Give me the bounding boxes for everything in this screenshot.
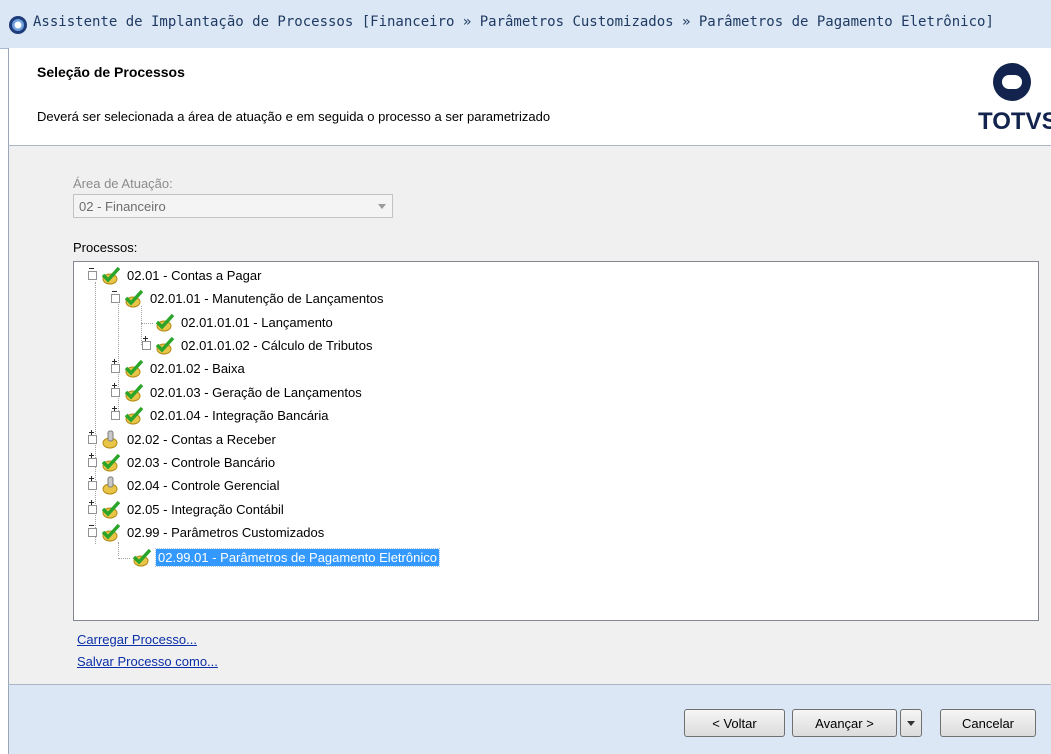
window-title: Assistente de Implantação de Processos [… (33, 14, 994, 30)
tree-node-label: 02.03 - Controle Bancário (127, 454, 276, 470)
tree-line (118, 558, 130, 559)
save-process-link[interactable]: Salvar Processo como... (77, 654, 218, 669)
tree-node-integracao-bancaria[interactable]: 02.01.04 - Integração Bancária (111, 405, 331, 425)
expand-icon[interactable] (111, 363, 120, 373)
tree-node-pagamento-eletronico[interactable]: 02.99.01 - Parâmetros de Pagamento Eletr… (131, 547, 440, 567)
area-select[interactable]: 02 - Financeiro (73, 194, 393, 218)
check-icon (101, 500, 121, 519)
totvs-logo: TOTVS (970, 62, 1051, 142)
check-icon (124, 359, 144, 378)
area-select-value: 02 - Financeiro (79, 199, 166, 214)
back-button[interactable]: < Voltar (684, 709, 785, 737)
cancel-button[interactable]: Cancelar (940, 709, 1036, 737)
wizard-header: Seleção de Processos Deverá ser selecion… (8, 48, 1051, 145)
app-icon (9, 16, 27, 34)
tree-node-controle-gerencial[interactable]: 02.04 - Controle Gerencial (88, 475, 281, 495)
tree-node-baixa[interactable]: 02.01.02 - Baixa (111, 358, 247, 378)
logo-text: TOTVS (978, 108, 1051, 135)
page-title: Seleção de Processos (37, 64, 185, 80)
area-label: Área de Atuação: (73, 176, 173, 191)
wizard-footer: < Voltar Avançar > Cancelar (8, 685, 1051, 754)
check-icon (155, 313, 175, 332)
check-icon (155, 336, 175, 355)
check-icon (101, 453, 121, 472)
tree-node-label: 02.99.01 - Parâmetros de Pagamento Eletr… (155, 547, 440, 567)
tree-node-parametros-customizados[interactable]: 02.99 - Parâmetros Customizados (88, 522, 326, 542)
page-subtitle: Deverá ser selecionada a área de atuação… (37, 109, 551, 124)
tree-line (141, 323, 153, 324)
tree-node-label: 02.01.04 - Integração Bancária (150, 407, 329, 423)
check-icon (101, 523, 121, 542)
next-button[interactable]: Avançar > (792, 709, 897, 737)
title-bar: Assistente de Implantação de Processos [… (0, 0, 1051, 49)
tree-line (118, 542, 119, 556)
check-icon (124, 383, 144, 402)
tree-node-geracao-lancamentos[interactable]: 02.01.03 - Geração de Lançamentos (111, 382, 364, 402)
tree-node-label: 02.99 - Parâmetros Customizados (127, 524, 325, 540)
expand-icon[interactable] (88, 457, 97, 467)
tree-node-integracao-contabil[interactable]: 02.05 - Integração Contábil (88, 499, 286, 519)
tree-node-label: 02.01.01.01 - Lançamento (181, 314, 333, 330)
expand-icon[interactable] (142, 340, 151, 350)
expand-icon[interactable] (88, 434, 97, 444)
next-options-button[interactable] (900, 709, 922, 737)
collapse-icon[interactable] (88, 527, 97, 537)
check-icon (132, 548, 152, 567)
pending-icon (102, 476, 118, 495)
expand-icon[interactable] (88, 480, 97, 490)
tree-node-controle-bancario[interactable]: 02.03 - Controle Bancário (88, 452, 277, 472)
pending-icon (102, 430, 118, 449)
chevron-down-icon (378, 204, 386, 209)
tree-node-label: 02.01 - Contas a Pagar (127, 267, 262, 283)
process-tree[interactable]: 02.01 - Contas a Pagar 02.01.01 - Manute… (73, 261, 1039, 621)
check-icon (124, 289, 144, 308)
tree-node-manutencao-lancamentos[interactable]: 02.01.01 - Manutenção de Lançamentos (111, 288, 385, 308)
expand-icon[interactable] (88, 504, 97, 514)
wizard-content: Área de Atuação: 02 - Financeiro Process… (8, 146, 1051, 684)
tree-node-label: 02.01.01.02 - Cálculo de Tributos (181, 337, 373, 353)
tree-node-label: 02.04 - Controle Gerencial (127, 477, 280, 493)
processes-label: Processos: (73, 240, 138, 255)
tree-node-label: 02.01.03 - Geração de Lançamentos (150, 384, 362, 400)
tree-node-contas-pagar[interactable]: 02.01 - Contas a Pagar (88, 265, 263, 285)
tree-node-contas-receber[interactable]: 02.02 - Contas a Receber (88, 429, 278, 449)
tree-node-label: 02.01.01 - Manutenção de Lançamentos (150, 290, 384, 306)
expand-icon[interactable] (111, 387, 120, 397)
check-icon (124, 406, 144, 425)
load-process-link[interactable]: Carregar Processo... (77, 632, 197, 647)
collapse-icon[interactable] (111, 293, 120, 303)
tree-node-lancamento[interactable]: 02.01.01.01 - Lançamento (154, 312, 335, 332)
expand-icon[interactable] (111, 410, 120, 420)
tree-node-calculo-tributos[interactable]: 02.01.01.02 - Cálculo de Tributos (142, 335, 375, 355)
check-icon (101, 266, 121, 285)
tree-node-label: 02.02 - Contas a Receber (127, 431, 276, 447)
tree-node-label: 02.05 - Integração Contábil (127, 501, 284, 517)
chevron-down-icon (907, 720, 915, 726)
collapse-icon[interactable] (88, 270, 97, 280)
tree-node-label: 02.01.02 - Baixa (150, 360, 245, 376)
logo-mark-icon (993, 63, 1031, 101)
